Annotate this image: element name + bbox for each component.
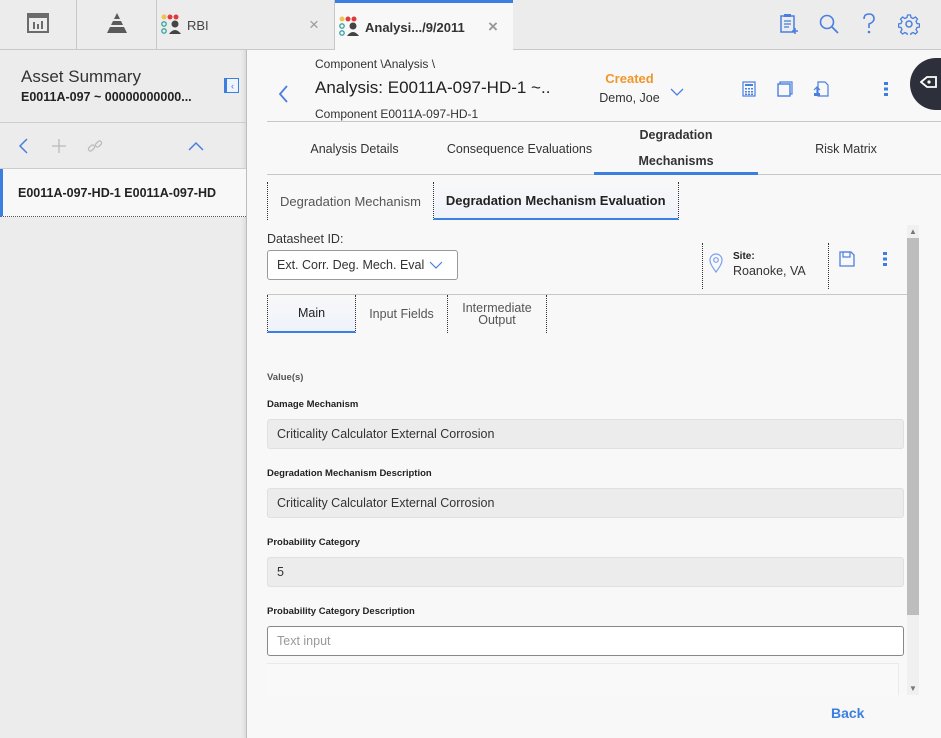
page-subtitle: Component E0011A-097-HD-1 bbox=[315, 107, 479, 121]
page-title: Analysis: E0011A-097-HD-1 ~.. bbox=[315, 78, 551, 97]
drawer-toggle-icon bbox=[919, 75, 938, 94]
dashboard-button[interactable] bbox=[0, 0, 77, 50]
degradation-subtabs: Degradation Mechanism Degradation Mechan… bbox=[267, 182, 679, 220]
link-icon[interactable] bbox=[82, 133, 108, 159]
scroll-up-arrow-icon[interactable]: ▲ bbox=[907, 227, 919, 236]
datasheet-panel: Datasheet ID: Ext. Corr. Deg. Mech. Eval… bbox=[267, 225, 907, 695]
damage-mechanism-field: Criticality Calculator External Corrosio… bbox=[267, 419, 904, 449]
status-badge: Created bbox=[605, 71, 654, 86]
probability-category-field: 5 bbox=[267, 557, 904, 587]
more-vertical-icon[interactable] bbox=[882, 251, 888, 272]
back-chevron-icon[interactable] bbox=[277, 84, 289, 109]
main-content: Component \Analysis \ Analysis: E0011A-0… bbox=[247, 50, 941, 738]
copy-window-icon[interactable] bbox=[777, 81, 793, 102]
back-chevron-icon[interactable] bbox=[10, 133, 36, 159]
vertical-scrollbar[interactable]: ▲ ▼ bbox=[907, 225, 919, 695]
top-right-toolbar bbox=[777, 12, 921, 36]
asset-list-item[interactable]: E0011A-097-HD-1 E0011A-097-HD bbox=[0, 169, 246, 217]
panel-title: Asset Summary bbox=[21, 67, 141, 86]
site-label: Site: bbox=[733, 251, 755, 262]
asset-summary-header: Asset Summary E0011A-097 ~ 00000000000..… bbox=[0, 50, 246, 123]
location-pin-icon bbox=[709, 253, 723, 278]
collapse-panel-button[interactable]: ‹ bbox=[224, 78, 239, 93]
state-indicator[interactable]: Created Demo, Joe bbox=[597, 71, 662, 105]
field-label: Probability Category bbox=[267, 537, 360, 548]
tab-risk-matrix[interactable]: Risk Matrix bbox=[787, 123, 905, 175]
calculator-icon[interactable] bbox=[742, 81, 756, 102]
top-tab-bar: RBI × Analysi.../9/2011 × bbox=[0, 0, 941, 51]
more-vertical-icon[interactable] bbox=[883, 81, 889, 102]
empty-field-area bbox=[267, 663, 899, 695]
tab-label: Analysi.../9/2011 bbox=[365, 19, 465, 35]
degradation-description-field: Criticality Calculator External Corrosio… bbox=[267, 488, 904, 518]
import-export-icon[interactable] bbox=[813, 81, 829, 102]
tab-analysis[interactable]: Analysi.../9/2011 × bbox=[335, 0, 513, 51]
hierarchy-pyramid-icon bbox=[105, 12, 129, 39]
close-tab-icon[interactable]: × bbox=[481, 17, 505, 37]
datasheet-section-tabs: Main Input Fields Intermediate Output bbox=[267, 295, 547, 333]
back-button[interactable]: Back bbox=[831, 705, 864, 721]
chevron-down-icon[interactable] bbox=[670, 84, 684, 102]
dashboard-icon bbox=[27, 12, 49, 38]
search-icon[interactable] bbox=[817, 12, 841, 36]
chevron-down-icon bbox=[429, 259, 443, 273]
datasheet-id-select[interactable]: Ext. Corr. Deg. Mech. Eval bbox=[267, 250, 458, 280]
collapse-up-icon[interactable] bbox=[183, 133, 209, 159]
rbi-app-icon bbox=[161, 14, 183, 37]
field-label: Probability Category Description bbox=[267, 606, 415, 617]
breadcrumb[interactable]: Component \Analysis \ bbox=[315, 57, 435, 71]
asset-summary-panel: Asset Summary E0011A-097 ~ 00000000000..… bbox=[0, 50, 247, 738]
field-label: Degradation Mechanism Description bbox=[267, 468, 432, 479]
field-label: Damage Mechanism bbox=[267, 399, 359, 410]
panel-toolbar bbox=[0, 123, 246, 169]
status-user: Demo, Joe bbox=[599, 91, 660, 105]
tab-input-fields[interactable]: Input Fields bbox=[356, 295, 448, 333]
datasheet-id-label: Datasheet ID: bbox=[267, 232, 344, 246]
tab-analysis-details[interactable]: Analysis Details bbox=[287, 123, 422, 175]
asset-id: E0011A-097 ~ 00000000000... bbox=[21, 90, 192, 104]
site-value: Roanoke, VA bbox=[733, 264, 806, 278]
settings-gear-icon[interactable] bbox=[897, 12, 921, 36]
analysis-tabs: Analysis Details Consequence Evaluations… bbox=[267, 123, 941, 175]
tab-main[interactable]: Main bbox=[267, 295, 356, 333]
tab-consequence-evaluations[interactable]: Consequence Evaluations bbox=[432, 123, 607, 175]
tab-rbi[interactable]: RBI × bbox=[157, 0, 335, 50]
close-tab-icon[interactable]: × bbox=[302, 15, 326, 35]
probability-category-description-input[interactable] bbox=[267, 626, 904, 656]
datasheet-selected-value: Ext. Corr. Deg. Mech. Eval bbox=[277, 258, 425, 272]
values-section-label: Value(s) bbox=[267, 372, 304, 383]
help-icon[interactable] bbox=[857, 12, 881, 36]
scrollbar-thumb[interactable] bbox=[907, 238, 919, 615]
save-icon[interactable] bbox=[839, 251, 855, 272]
add-icon[interactable] bbox=[46, 133, 72, 159]
tab-degradation-mechanism[interactable]: Degradation Mechanism bbox=[267, 182, 433, 220]
tab-label: RBI bbox=[187, 17, 209, 33]
tab-intermediate-output[interactable]: Intermediate Output bbox=[448, 295, 547, 333]
site-indicator: Site: Roanoke, VA bbox=[702, 243, 829, 289]
hierarchy-button[interactable] bbox=[77, 0, 157, 50]
tab-degradation-mechanisms[interactable]: Degradation Mechanisms bbox=[594, 123, 758, 175]
new-report-icon[interactable] bbox=[777, 12, 801, 36]
rbi-app-icon bbox=[339, 16, 361, 39]
analysis-header: Component \Analysis \ Analysis: E0011A-0… bbox=[267, 50, 941, 122]
scroll-down-arrow-icon[interactable]: ▼ bbox=[907, 684, 919, 693]
tab-degradation-mechanism-evaluation[interactable]: Degradation Mechanism Evaluation bbox=[432, 182, 679, 220]
